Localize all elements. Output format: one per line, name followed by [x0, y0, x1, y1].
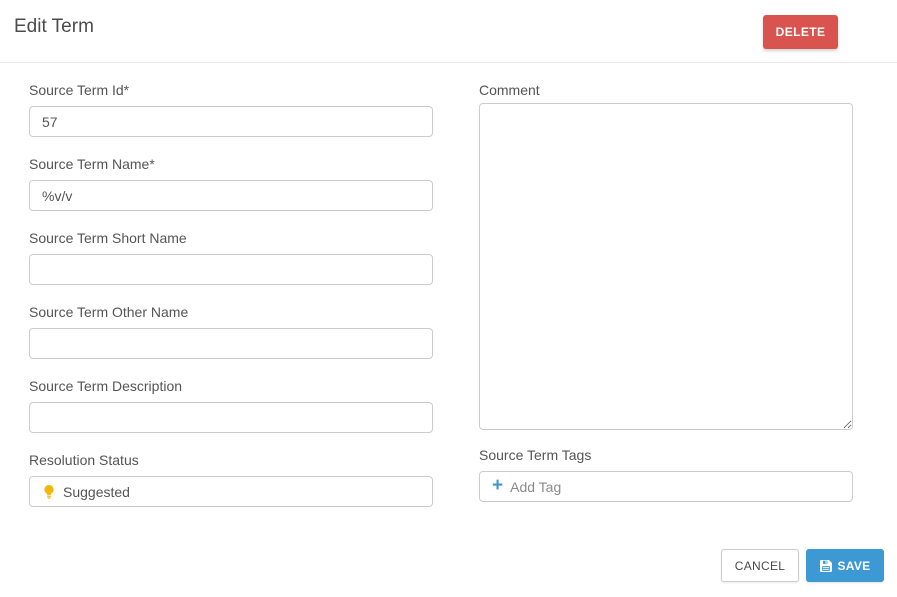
- source-term-short-name-label: Source Term Short Name: [29, 230, 433, 247]
- form-left-column: Source Term Id* Source Term Name* Source…: [29, 82, 433, 507]
- source-term-id-label: Source Term Id*: [29, 82, 433, 99]
- save-button[interactable]: SAVE: [806, 549, 884, 582]
- resolution-status-input[interactable]: Suggested: [29, 476, 433, 507]
- source-term-name-input[interactable]: [29, 180, 433, 211]
- save-icon: [820, 560, 832, 572]
- plus-icon: +: [492, 476, 503, 495]
- resolution-status-label: Resolution Status: [29, 452, 433, 469]
- source-term-other-name-label: Source Term Other Name: [29, 304, 433, 321]
- delete-button[interactable]: DELETE: [763, 15, 838, 49]
- comment-label: Comment: [479, 82, 853, 99]
- edit-term-page: Edit Term DELETE Source Term Id* Source …: [0, 0, 897, 597]
- source-term-description-label: Source Term Description: [29, 378, 433, 395]
- add-tag-input[interactable]: + Add Tag: [479, 471, 853, 502]
- page-title: Edit Term: [14, 16, 94, 38]
- source-term-name-label: Source Term Name*: [29, 156, 433, 173]
- form-right-column: Comment Source Term Tags + Add Tag: [479, 82, 853, 502]
- resolution-status-value: Suggested: [63, 484, 130, 500]
- save-button-label: SAVE: [838, 559, 871, 573]
- footer-actions: CANCEL SAVE: [721, 549, 884, 582]
- source-term-id-input[interactable]: [29, 106, 433, 137]
- source-term-description-input[interactable]: [29, 402, 433, 433]
- cancel-button[interactable]: CANCEL: [721, 549, 799, 582]
- add-tag-placeholder: Add Tag: [510, 479, 561, 495]
- source-term-tags-label: Source Term Tags: [479, 447, 853, 464]
- lightbulb-icon: [42, 484, 56, 500]
- source-term-other-name-input[interactable]: [29, 328, 433, 359]
- source-term-short-name-input[interactable]: [29, 254, 433, 285]
- header-divider: [0, 62, 897, 63]
- comment-textarea[interactable]: [479, 103, 853, 430]
